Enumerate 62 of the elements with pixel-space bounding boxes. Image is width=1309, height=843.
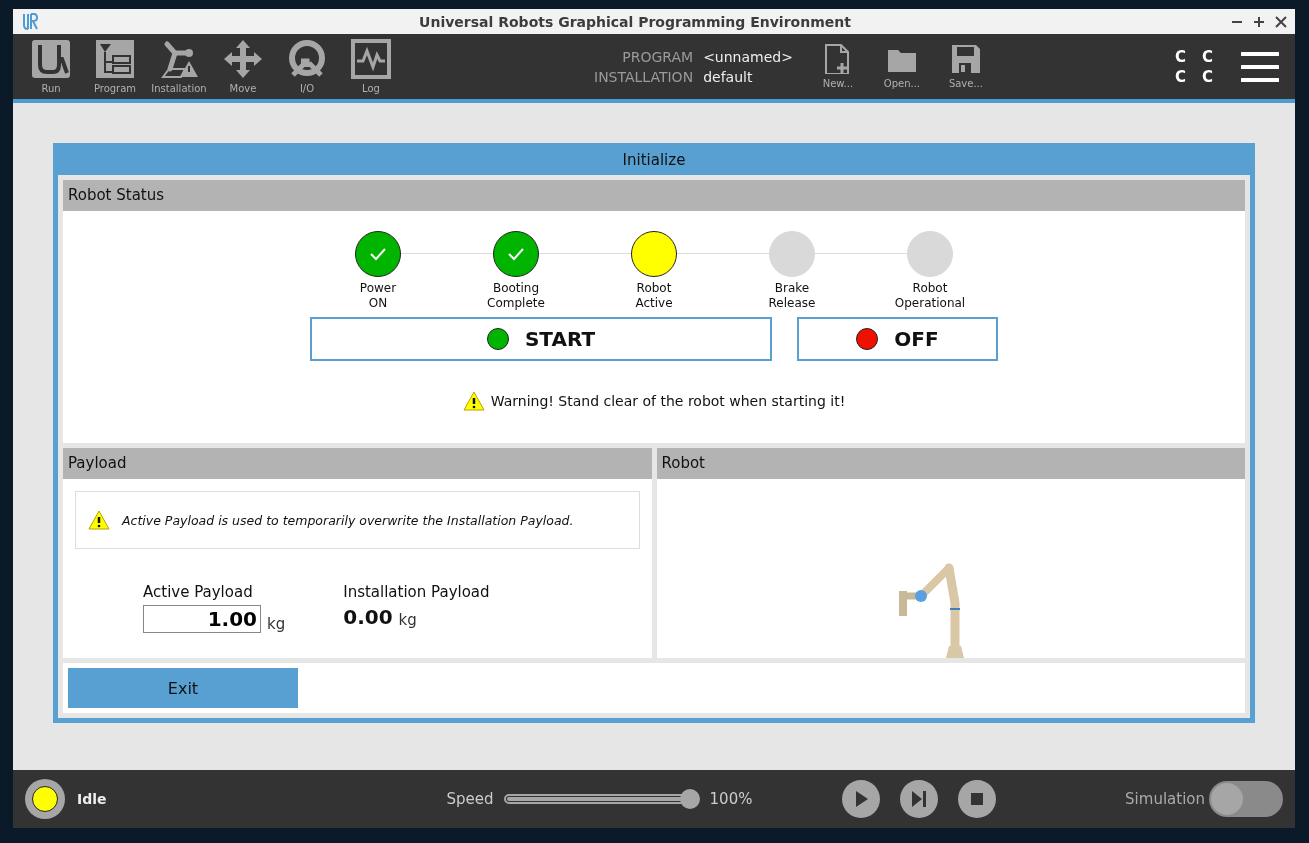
toolbar-button[interactable]: Move [215,39,271,94]
panel-header: Robot Status [63,180,1245,211]
installation-label: INSTALLATION [594,67,694,87]
speed-slider[interactable] [503,789,700,809]
slider-thumb[interactable] [679,789,700,809]
warning-icon [88,510,110,530]
installation-name: default [703,67,754,87]
program-label: PROGRAM [621,47,694,67]
file-button[interactable]: New... [812,44,863,89]
mode-letter: C [1202,46,1213,67]
warning-icon [462,391,485,411]
start-button[interactable]: START [310,317,772,361]
robot-state-label: Idle [77,791,107,807]
off-button[interactable]: OFF [797,317,998,361]
note-text: Active Payload is used to temporarily overwrite the Installation Payload. [122,512,574,528]
unit-label: kg [267,615,286,633]
logo-icon [31,39,71,79]
maximize-icon[interactable] [1253,15,1265,28]
step-label: Power ON [359,281,397,311]
installation-payload-value: 0.00 [343,605,393,629]
program-tree-icon [95,39,135,79]
file-button[interactable]: Open... [876,44,927,89]
check-icon [507,247,525,261]
simulation-label: Simulation [1125,790,1205,808]
panel-header: Payload [63,448,652,479]
play-button[interactable] [842,780,881,818]
step-label: Robot Active [635,281,673,311]
check-icon [369,247,387,261]
close-icon[interactable] [1275,15,1287,28]
panel-header: Robot [656,448,1245,479]
installation-payload-label: Installation Payload [343,583,490,601]
active-payload-label: Active Payload [143,583,254,601]
exit-button[interactable]: Exit [68,668,298,708]
stop-button[interactable] [958,780,997,818]
toolbar-button[interactable]: Run [23,39,79,94]
step-label: Booting Complete [487,281,545,311]
toolbar-button[interactable]: Program [87,39,143,94]
warning-text: Warning! Stand clear of the robot when starting it! [490,393,846,409]
toolbar-button[interactable]: Log [343,39,399,94]
mode-letter: C [1174,46,1186,67]
app-logo-icon [21,12,39,31]
step-label: Brake Release [768,281,816,311]
toolbar-button[interactable]: Installation [151,39,207,94]
robot-arm-icon [159,39,199,79]
toolbar-button[interactable]: I/O [279,39,335,94]
move-arrows-icon [223,39,263,79]
window-title: Universal Robots Graphical Programming Environment [418,13,852,30]
log-chart-icon [351,39,391,79]
simulation-toggle[interactable] [1209,781,1283,817]
step-label: Robot Operational [894,281,966,311]
payload-input-field[interactable]: 1.00 [143,605,261,633]
speed-label: Speed [446,790,494,808]
dialog-title: Initialize [621,150,687,171]
file-button[interactable]: Save... [940,44,991,89]
unit-label: kg [398,611,417,629]
mode-letter: C [1174,66,1186,87]
step-button[interactable] [900,780,939,818]
menu-icon[interactable] [1241,50,1279,83]
io-icon [287,39,327,79]
mode-letter: C [1202,66,1213,87]
speed-reading: 100% [709,790,753,808]
program-name: <unnamed> [703,47,793,67]
